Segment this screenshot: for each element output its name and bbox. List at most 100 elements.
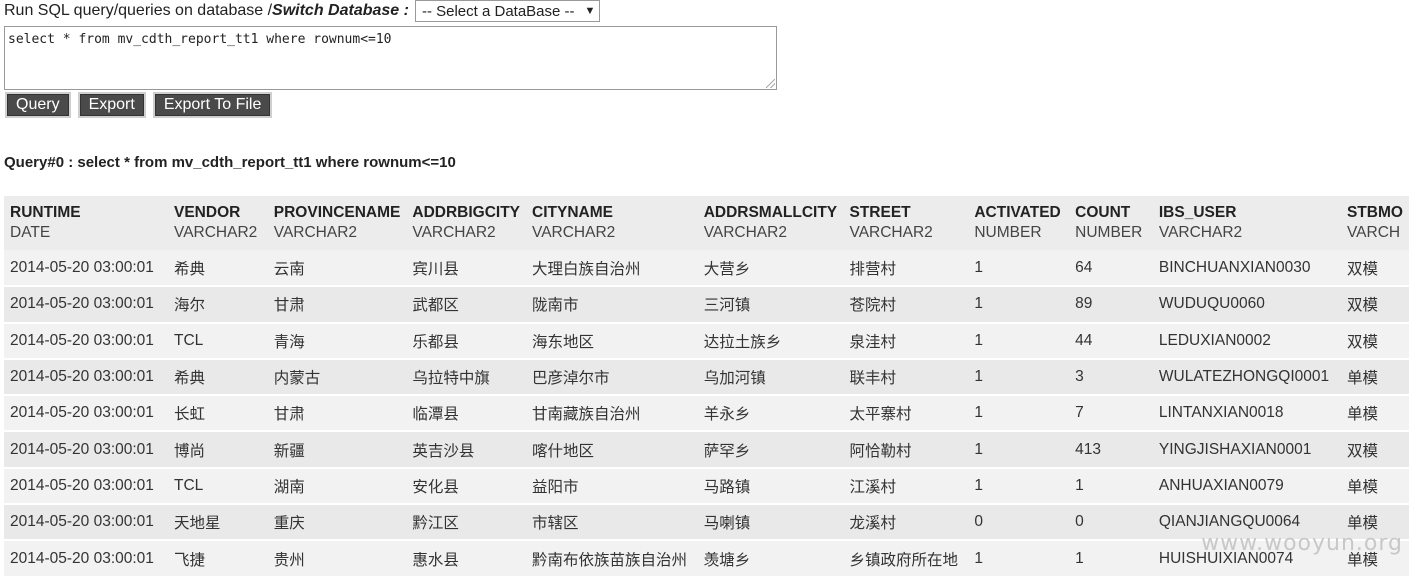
table-cell: 2014-05-20 03:00:01	[4, 286, 168, 322]
column-header-street: STREETVARCHAR2	[844, 196, 969, 250]
column-type: NUMBER	[1075, 223, 1147, 243]
column-name: IBS_USER	[1159, 203, 1335, 223]
column-header-ibs_user: IBS_USERVARCHAR2	[1153, 196, 1341, 250]
column-name: STREET	[850, 203, 963, 223]
table-cell: 双模	[1341, 286, 1409, 322]
table-cell: 0	[968, 504, 1069, 540]
table-cell: 2014-05-20 03:00:01	[4, 323, 168, 359]
table-cell: 单模	[1341, 359, 1409, 395]
sql-query-textarea[interactable]: select * from mv_cdth_report_tt1 where r…	[4, 26, 777, 90]
query-result-title: Query#0 : select * from mv_cdth_report_t…	[4, 154, 456, 171]
table-row: 2014-05-20 03:00:01天地星重庆黔江区市辖区马喇镇龙溪村00QI…	[4, 504, 1409, 540]
table-row: 2014-05-20 03:00:01飞捷贵州惠水县黔南布依族苗族自治州羡塘乡乡…	[4, 540, 1409, 576]
table-cell: 乐都县	[406, 323, 526, 359]
column-type: VARCH	[1347, 223, 1403, 243]
table-row: 2014-05-20 03:00:01希典云南宾川县大理白族自治州大营乡排营村1…	[4, 250, 1409, 286]
column-type: VARCHAR2	[1159, 223, 1335, 243]
table-cell: 陇南市	[526, 286, 698, 322]
table-cell: 1	[968, 359, 1069, 395]
table-cell: 双模	[1341, 250, 1409, 286]
table-cell: WUDUQU0060	[1153, 286, 1341, 322]
column-name: ACTIVATED	[974, 203, 1063, 223]
table-cell: 乌加河镇	[698, 359, 844, 395]
table-cell: 巴彦淖尔市	[526, 359, 698, 395]
table-cell: 黔南布依族苗族自治州	[526, 540, 698, 576]
watermark: www.wooyun.org	[1201, 531, 1403, 556]
column-header-provincename: PROVINCENAMEVARCHAR2	[268, 196, 407, 250]
table-cell: 武都区	[406, 286, 526, 322]
column-name: ADDRSMALLCITY	[704, 203, 838, 223]
table-cell: 2014-05-20 03:00:01	[4, 431, 168, 467]
database-select-value: -- Select a DataBase --	[422, 3, 575, 20]
table-cell: 马路镇	[698, 468, 844, 504]
table-cell: 1	[968, 468, 1069, 504]
table-cell: 乡镇政府所在地	[844, 540, 969, 576]
table-cell: 大理白族自治州	[526, 250, 698, 286]
table-row: 2014-05-20 03:00:01希典内蒙古乌拉特中旗巴彦淖尔市乌加河镇联丰…	[4, 359, 1409, 395]
table-cell: 长虹	[168, 395, 268, 431]
table-cell: 达拉土族乡	[698, 323, 844, 359]
table-cell: 太平寨村	[844, 395, 969, 431]
table-cell: ANHUAXIAN0079	[1153, 468, 1341, 504]
table-cell: 甘肃	[268, 395, 407, 431]
column-type: VARCHAR2	[850, 223, 963, 243]
table-cell: 市辖区	[526, 504, 698, 540]
table-cell: 云南	[268, 250, 407, 286]
table-cell: 2014-05-20 03:00:01	[4, 504, 168, 540]
table-cell: 乌拉特中旗	[406, 359, 526, 395]
table-cell: 新疆	[268, 431, 407, 467]
column-type: NUMBER	[974, 223, 1063, 243]
chevron-down-icon: ▼	[585, 5, 596, 17]
table-cell: 临潭县	[406, 395, 526, 431]
column-type: VARCHAR2	[174, 223, 262, 243]
table-cell: 内蒙古	[268, 359, 407, 395]
table-cell: 1	[968, 323, 1069, 359]
table-cell: 1	[1069, 540, 1153, 576]
column-type: DATE	[10, 223, 162, 243]
column-name: CITYNAME	[532, 203, 692, 223]
table-cell: TCL	[168, 323, 268, 359]
table-cell: 1	[968, 395, 1069, 431]
table-cell: 双模	[1341, 431, 1409, 467]
column-name: COUNT	[1075, 203, 1147, 223]
database-select[interactable]: -- Select a DataBase -- ▼	[415, 0, 600, 22]
results-table: RUNTIMEDATEVENDORVARCHAR2PROVINCENAMEVAR…	[4, 196, 1409, 578]
table-cell: 重庆	[268, 504, 407, 540]
table-cell: 希典	[168, 250, 268, 286]
table-row: 2014-05-20 03:00:01TCL湖南安化县益阳市马路镇江溪村11AN…	[4, 468, 1409, 504]
column-type: VARCHAR2	[274, 223, 401, 243]
table-cell: 2014-05-20 03:00:01	[4, 250, 168, 286]
table-cell: 羊永乡	[698, 395, 844, 431]
table-cell: 413	[1069, 431, 1153, 467]
table-cell: 排营村	[844, 250, 969, 286]
table-cell: 2014-05-20 03:00:01	[4, 540, 168, 576]
table-cell: 89	[1069, 286, 1153, 322]
table-cell: 1	[968, 250, 1069, 286]
column-header-runtime: RUNTIMEDATE	[4, 196, 168, 250]
table-cell: 双模	[1341, 323, 1409, 359]
sql-query-text: select * from mv_cdth_report_tt1 where r…	[8, 32, 392, 47]
column-name: ADDRBIGCITY	[412, 203, 520, 223]
export-to-file-button[interactable]: Export To File	[153, 92, 273, 118]
table-cell: BINCHUANXIAN0030	[1153, 250, 1341, 286]
table-cell: 萨罕乡	[698, 431, 844, 467]
table-row: 2014-05-20 03:00:01海尔甘肃武都区陇南市三河镇苍院村189WU…	[4, 286, 1409, 322]
query-button[interactable]: Query	[5, 92, 71, 118]
table-cell: 阿恰勒村	[844, 431, 969, 467]
table-cell: 7	[1069, 395, 1153, 431]
table-cell: 江溪村	[844, 468, 969, 504]
table-cell: 44	[1069, 323, 1153, 359]
column-name: STBMO	[1347, 203, 1403, 223]
column-header-count: COUNTNUMBER	[1069, 196, 1153, 250]
column-header-stbmo: STBMOVARCH	[1341, 196, 1409, 250]
table-cell: 苍院村	[844, 286, 969, 322]
column-type: VARCHAR2	[412, 223, 520, 243]
column-type: VARCHAR2	[704, 223, 838, 243]
table-cell: 龙溪村	[844, 504, 969, 540]
resize-grip-icon[interactable]	[766, 79, 775, 88]
table-row: 2014-05-20 03:00:01博尚新疆英吉沙县喀什地区萨罕乡阿恰勒村14…	[4, 431, 1409, 467]
export-button[interactable]: Export	[78, 92, 146, 118]
table-cell: 湖南	[268, 468, 407, 504]
column-header-vendor: VENDORVARCHAR2	[168, 196, 268, 250]
table-cell: 64	[1069, 250, 1153, 286]
